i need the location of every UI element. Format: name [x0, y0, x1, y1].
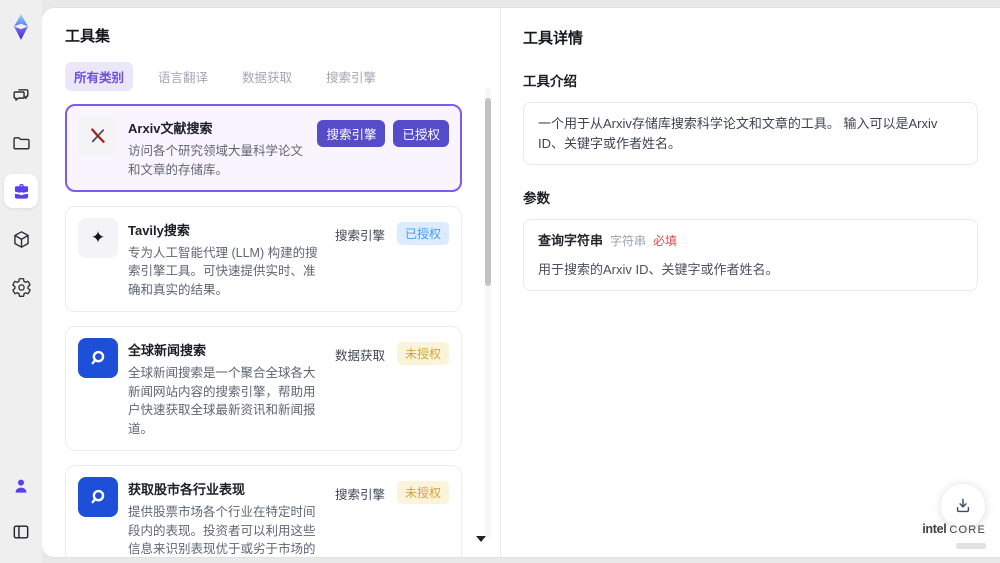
download-icon: [956, 498, 970, 513]
auth-status-badge: 已授权: [396, 221, 449, 245]
tool-title: Arxiv文献搜索: [128, 121, 213, 136]
auth-status-badge: 未授权: [396, 341, 449, 365]
tool-card-body: 全球新闻搜索 全球新闻搜索是一个聚合全球各大新闻网站内容的搜索引擎，帮助用户快速…: [128, 338, 325, 439]
sidebar-item-packages[interactable]: [4, 222, 38, 256]
sidebar-item-settings[interactable]: [4, 270, 38, 304]
left-sidebar: [0, 0, 42, 563]
category-tabs: 所有类别 语言翻译 数据获取 搜索引擎: [65, 62, 480, 91]
chat-icon: [12, 88, 28, 101]
sidebar-item-chat[interactable]: [4, 78, 38, 112]
sidebar-item-files[interactable]: [4, 126, 38, 160]
auth-status-badge: 未授权: [396, 480, 449, 504]
tool-description: 访问各个研究领域大量科学论文和文章的存储库。: [128, 144, 304, 177]
auth-status-badge: 已授权: [393, 120, 449, 147]
user-icon: [15, 479, 27, 493]
list-scrollbar[interactable]: [485, 88, 491, 538]
category-label: 搜索引擎: [334, 487, 385, 502]
tool-title: 全球新闻搜索: [128, 342, 207, 358]
tool-intro-box: 一个用于从Arxiv存储库搜索科学论文和文章的工具。 输入可以是Arxiv ID…: [523, 102, 978, 165]
tab-search-engine[interactable]: 搜索引擎: [317, 62, 385, 91]
gear-icon: [11, 277, 31, 297]
intel-wordmark: intel: [922, 521, 947, 536]
panel-collapse-icon: [13, 525, 29, 539]
core-wordmark: core: [949, 523, 986, 536]
tool-card-tavily[interactable]: ✦ Tavily搜索 专为人工智能代理 (LLM) 构建的搜索引擎工具。可快速提…: [65, 205, 462, 312]
tool-card-meta: 搜索引擎 已授权: [335, 218, 449, 300]
params-heading: 参数: [523, 191, 550, 206]
tool-card-meta: 搜索引擎 未授权: [335, 477, 449, 557]
category-label: 搜索引擎: [334, 228, 385, 243]
arxiv-logo-icon: [78, 116, 118, 156]
intel-core-logo: intel core: [922, 521, 986, 554]
tool-card-body: Tavily搜索 专为人工智能代理 (LLM) 构建的搜索引擎工具。可快速提供实…: [128, 218, 325, 300]
news-search-logo-icon: [78, 476, 118, 517]
tool-card-body: Arxiv文献搜索 访问各个研究领域大量科学论文和文章的存储库。: [128, 116, 307, 180]
tool-list-panel: 工具集 所有类别 语言翻译 数据获取 搜索引擎 Arxiv文献搜索 访问各个研究…: [42, 8, 500, 557]
brand-sub-badge: [956, 543, 986, 550]
scroll-down-arrow[interactable]: [476, 536, 486, 542]
tool-title: Tavily搜索: [128, 222, 190, 238]
news-search-logo-icon: [78, 337, 118, 378]
app-logo-icon: [6, 12, 36, 42]
parameter-header: 查询字符串 字符串 必填: [538, 231, 963, 251]
cube-icon: [13, 230, 29, 248]
collapse-sidebar-button[interactable]: [4, 515, 38, 549]
main-content: 工具集 所有类别 语言翻译 数据获取 搜索引擎 Arxiv文献搜索 访问各个研究…: [42, 8, 1000, 557]
scrollbar-thumb[interactable]: [485, 98, 491, 286]
tab-all-categories[interactable]: 所有类别: [65, 62, 134, 91]
briefcase-icon: [14, 183, 28, 199]
tool-description: 全球新闻搜索是一个聚合全球各大新闻网站内容的搜索引擎，帮助用户快速获取全球最新资…: [128, 365, 316, 436]
tool-card-global-news[interactable]: 全球新闻搜索 全球新闻搜索是一个聚合全球各大新闻网站内容的搜索引擎，帮助用户快速…: [65, 325, 462, 451]
tool-card-list: Arxiv文献搜索 访问各个研究领域大量科学论文和文章的存储库。 搜索引擎 已授…: [65, 104, 480, 557]
sidebar-item-tools[interactable]: [4, 174, 38, 208]
tab-data-fetch[interactable]: 数据获取: [233, 62, 301, 91]
tool-card-arxiv[interactable]: Arxiv文献搜索 访问各个研究领域大量科学论文和文章的存储库。 搜索引擎 已授…: [65, 104, 462, 192]
page-title: 工具集: [65, 28, 111, 45]
category-badge: 搜索引擎: [317, 120, 386, 147]
detail-title: 工具详情: [523, 30, 584, 47]
user-avatar-button[interactable]: [4, 469, 38, 503]
tool-card-meta: 数据获取 未授权: [335, 338, 449, 439]
tool-detail-panel: 工具详情 工具介绍 一个用于从Arxiv存储库搜索科学论文和文章的工具。 输入可…: [500, 8, 1000, 557]
folder-icon: [12, 136, 30, 149]
tool-description: 专为人工智能代理 (LLM) 构建的搜索引擎工具。可快速提供实时、准确和真实的结…: [128, 245, 318, 298]
parameter-type: 字符串: [610, 234, 647, 248]
tool-card-meta: 搜索引擎 已授权: [317, 116, 449, 180]
intro-heading: 工具介绍: [523, 74, 577, 89]
tool-title: 获取股市各行业表现: [128, 481, 246, 497]
download-button[interactable]: [941, 484, 985, 528]
tab-translation[interactable]: 语言翻译: [149, 62, 217, 91]
parameter-required-flag: 必填: [653, 234, 678, 248]
parameter-box: 查询字符串 字符串 必填 用于搜索的Arxiv ID、关键字或作者姓名。: [523, 219, 978, 291]
category-label: 数据获取: [334, 348, 385, 363]
sparkle-icon: ✦: [78, 217, 118, 258]
parameter-name: 查询字符串: [538, 233, 604, 248]
tool-card-sector-performance[interactable]: 获取股市各行业表现 提供股票市场各个行业在特定时间段内的表现。投资者可以利用这些…: [65, 464, 462, 557]
tool-card-body: 获取股市各行业表现 提供股票市场各个行业在特定时间段内的表现。投资者可以利用这些…: [128, 477, 325, 557]
parameter-description: 用于搜索的Arxiv ID、关键字或作者姓名。: [538, 261, 779, 277]
tool-description: 提供股票市场各个行业在特定时间段内的表现。投资者可以利用这些信息来识别表现优于或…: [128, 504, 316, 557]
